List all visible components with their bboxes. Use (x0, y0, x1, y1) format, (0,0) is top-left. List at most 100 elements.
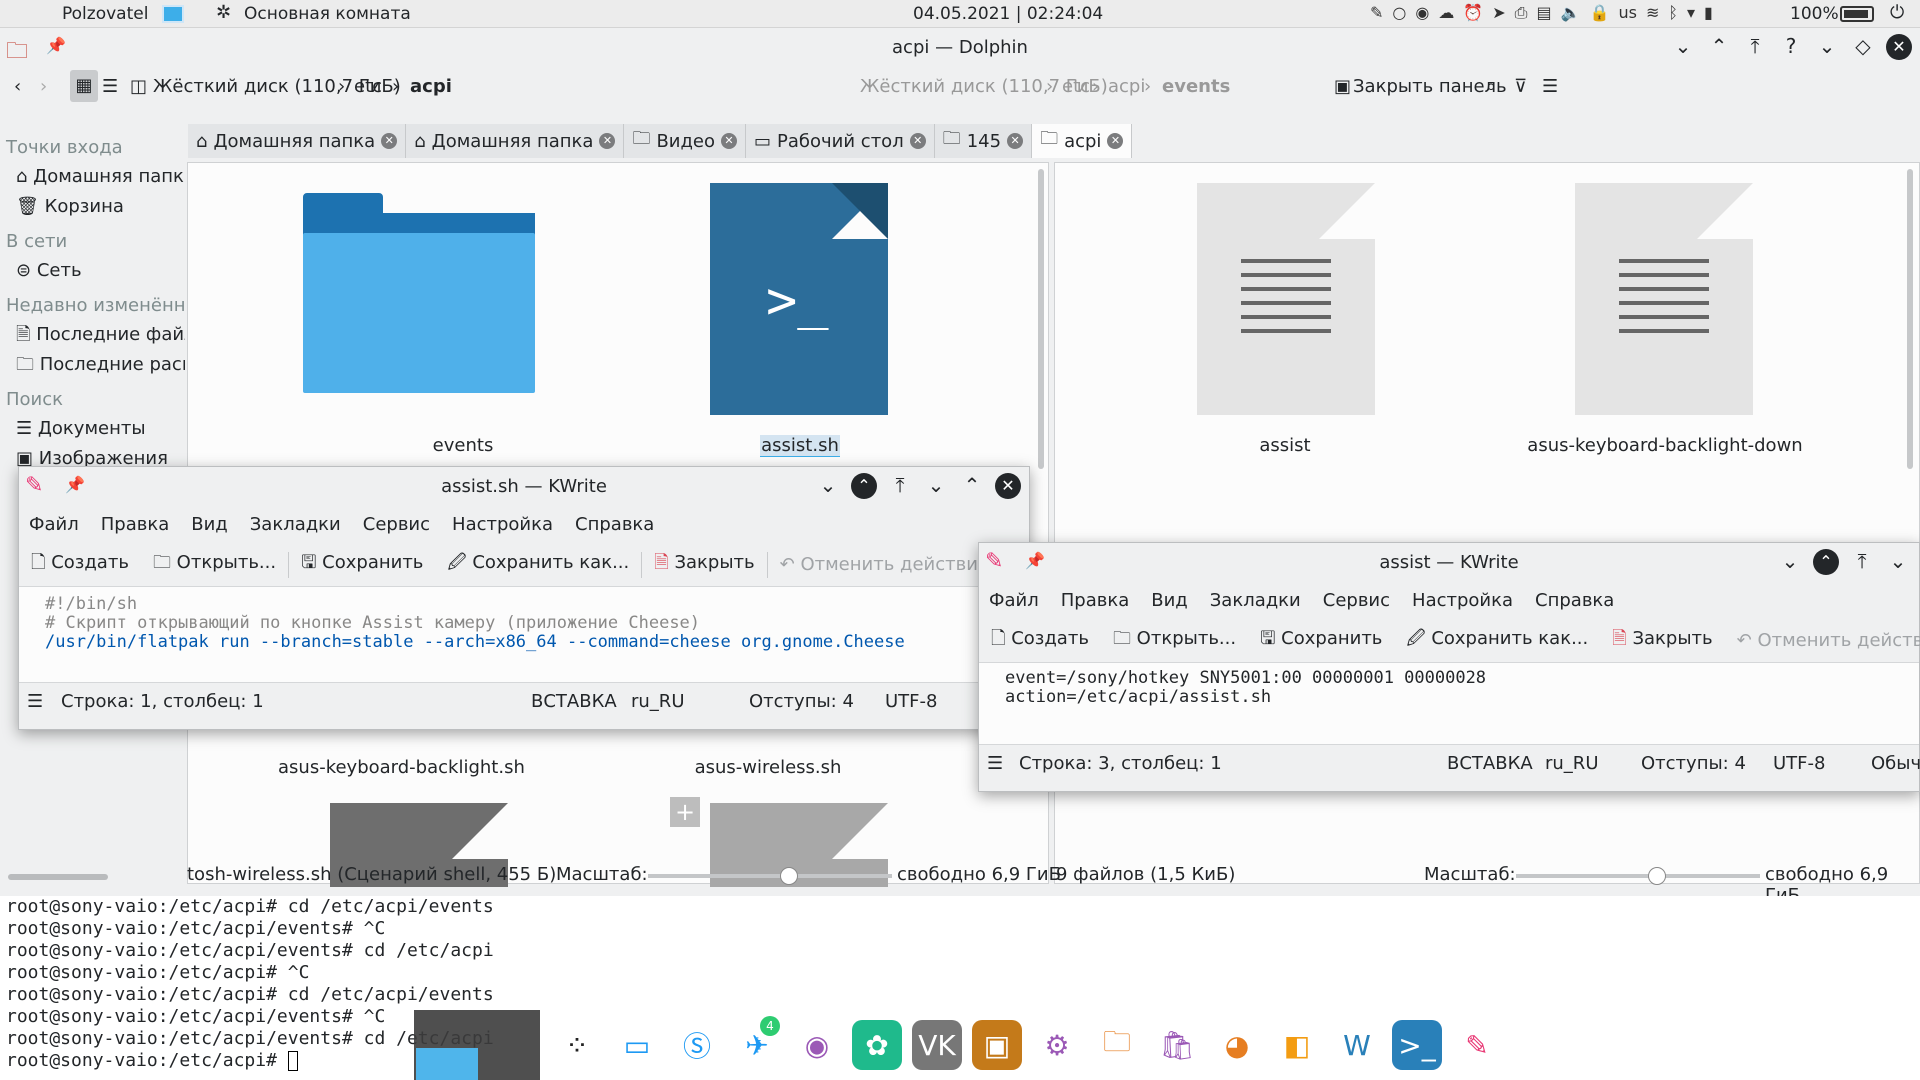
file-label-selected[interactable]: assist.sh (760, 435, 840, 457)
user-name[interactable]: Polzovatel (62, 4, 148, 24)
filter-icon[interactable]: ⊽ (1514, 76, 1527, 97)
menu-edit[interactable]: Правка (101, 514, 170, 535)
menu-view[interactable]: Вид (191, 514, 228, 535)
expand-tray-icon[interactable]: ▾ (1687, 3, 1695, 23)
clipboard-icon[interactable]: ▤ (1536, 3, 1551, 23)
keep-above-icon[interactable]: ⌃ (851, 473, 877, 499)
close-button[interactable]: 🗎 Закрыть (1600, 626, 1724, 656)
forward-icon[interactable]: › (40, 76, 47, 97)
pager-desktop-active[interactable] (416, 1048, 478, 1080)
text-editor[interactable]: event=/sony/hotkey SNY5001:00 00000001 0… (979, 663, 1919, 745)
file-label[interactable]: asus-keyboard-backlight-down (1525, 435, 1805, 456)
add-icon[interactable]: + (670, 797, 700, 827)
file-events[interactable] (303, 193, 535, 393)
menu-tools[interactable]: Сервис (363, 514, 430, 535)
dictionary[interactable]: ru_RU (631, 691, 685, 712)
tab-close-icon[interactable]: ✕ (381, 133, 398, 149)
syntax-mode[interactable]: Обыч (1871, 753, 1920, 774)
file-label[interactable]: events (398, 435, 528, 456)
back-icon[interactable]: ‹ (14, 76, 21, 97)
text-file-icon[interactable] (1197, 183, 1375, 415)
bluetooth-icon[interactable]: ᛒ (1668, 3, 1678, 23)
discord-icon[interactable]: ◉ (792, 1020, 842, 1070)
screenshot-icon[interactable]: ▣ (972, 1020, 1022, 1070)
close-icon[interactable]: ✕ (995, 473, 1021, 499)
breadcrumb-right-3[interactable]: events (1162, 76, 1230, 97)
input-mode[interactable]: ВСТАВКА (1447, 753, 1533, 774)
save-button[interactable]: 🖫 Сохранить (1248, 626, 1394, 656)
tab-home-1[interactable]: ⌂ Домашняя папка ✕ (188, 124, 407, 158)
scrollbar[interactable] (1038, 169, 1044, 469)
breadcrumb-2[interactable]: acpi (410, 76, 452, 97)
close-panel-button[interactable]: Закрыть панель (1353, 76, 1507, 97)
menu-tools[interactable]: Сервис (1323, 590, 1390, 611)
cloud-icon[interactable]: ☁ (1438, 3, 1454, 23)
zoom-slider-handle[interactable] (780, 867, 798, 885)
cursor-position[interactable]: Строка: 3, столбец: 1 (1019, 753, 1222, 774)
places-scrollbar[interactable] (8, 874, 108, 880)
keep-above-top-icon[interactable]: ⤒ (1742, 34, 1768, 60)
minimize-icon[interactable]: ⌄ (1885, 549, 1911, 575)
search-icon[interactable]: ⌕ (1486, 76, 1496, 97)
save-as-button[interactable]: 🖉 Сохранить как... (1394, 626, 1600, 656)
element-icon[interactable]: ✿ (852, 1020, 902, 1070)
minimize-icon[interactable]: ⌄ (923, 473, 949, 499)
volume-icon[interactable]: 🔈 (1561, 3, 1581, 23)
tab-desktop[interactable]: ▭ Рабочий стол ✕ (746, 124, 935, 158)
kwrite-app-icon[interactable]: ✎ (1452, 1020, 1502, 1070)
places-trash[interactable]: 🗑 Корзина (0, 192, 185, 222)
close-button[interactable]: 🗎 Закрыть (642, 550, 766, 580)
menu-help[interactable]: Справка (575, 514, 654, 535)
keep-above-icon[interactable]: ⌃ (1813, 549, 1839, 575)
places-recent-files[interactable]: 🗎 Последние файлы (0, 320, 185, 350)
open-button[interactable]: 🗀 Открыть... (1101, 626, 1248, 656)
tab-close-icon[interactable]: ✕ (1007, 133, 1024, 149)
shade-icon[interactable]: ⌄ (1670, 34, 1696, 60)
encoding[interactable]: UTF-8 (1773, 753, 1825, 774)
firefox-icon[interactable]: ◕ (1212, 1020, 1262, 1070)
maximize-icon[interactable]: ◇ (1850, 34, 1876, 60)
brightness-icon[interactable]: ▮ (1704, 3, 1713, 23)
zoom-slider[interactable] (648, 867, 892, 885)
tab-145[interactable]: 🗀 145 ✕ (934, 124, 1033, 158)
scrollbar[interactable] (1907, 169, 1913, 469)
menu-view[interactable]: Вид (1151, 590, 1188, 611)
text-editor[interactable]: #!/bin/sh # Скрипт открывающий по кнопке… (19, 587, 1029, 683)
split-view-icon[interactable]: ◫ (130, 76, 147, 97)
keyboard-layout[interactable]: us (1618, 3, 1636, 23)
menu-help[interactable]: Справка (1535, 590, 1614, 611)
wifi-icon[interactable]: ≋ (1646, 3, 1659, 23)
menu-file[interactable]: Файл (29, 514, 79, 535)
places-documents[interactable]: ☰ Документы (0, 414, 185, 444)
minimize-icon[interactable]: ⌄ (1814, 34, 1840, 60)
breadcrumb-1[interactable]: etc (354, 76, 382, 97)
icons-view-icon[interactable]: ▦ (70, 70, 98, 102)
undo-button[interactable]: ↶ Отменить действи (1725, 630, 1920, 651)
undo-button[interactable]: ↶ Отменить действие (768, 554, 1001, 575)
shade-icon[interactable]: ⌄ (1777, 549, 1803, 575)
indentation[interactable]: Отступы: 4 (749, 691, 854, 712)
maximize-icon[interactable]: ⌃ (959, 473, 985, 499)
places-network[interactable]: ⊜ Сеть (0, 256, 185, 286)
skype-icon[interactable]: Ⓢ (672, 1020, 722, 1070)
save-button[interactable]: 🖫 Сохранить (289, 550, 435, 580)
indentation[interactable]: Отступы: 4 (1641, 753, 1746, 774)
folder-app-icon[interactable]: 🗀 (1092, 1020, 1142, 1070)
dictionary[interactable]: ru_RU (1545, 753, 1599, 774)
menu-settings[interactable]: Настройка (1412, 590, 1513, 611)
tab-close-icon[interactable]: ✕ (1107, 133, 1124, 149)
pin-icon[interactable]: 📌 (46, 36, 66, 55)
battery-icon[interactable] (1840, 6, 1874, 22)
menu-bookmarks[interactable]: Закладки (250, 514, 341, 535)
record-icon[interactable]: ◉ (1415, 3, 1429, 23)
menu-icon[interactable]: ☰ (1542, 76, 1558, 97)
file-label[interactable]: assist (1225, 435, 1345, 456)
breadcrumb-right-2[interactable]: acpi (1108, 76, 1145, 97)
zoom-slider-handle[interactable] (1648, 867, 1666, 885)
battery-percent[interactable]: 100% (1790, 4, 1839, 24)
open-button[interactable]: 🗀 Открыть... (141, 550, 288, 580)
close-icon[interactable]: ✕ (1886, 34, 1912, 60)
script-file-icon[interactable]: >_ (710, 183, 888, 415)
breadcrumb-right-1[interactable]: etc (1062, 76, 1090, 97)
places-home[interactable]: ⌂ Домашняя папка (0, 162, 185, 192)
